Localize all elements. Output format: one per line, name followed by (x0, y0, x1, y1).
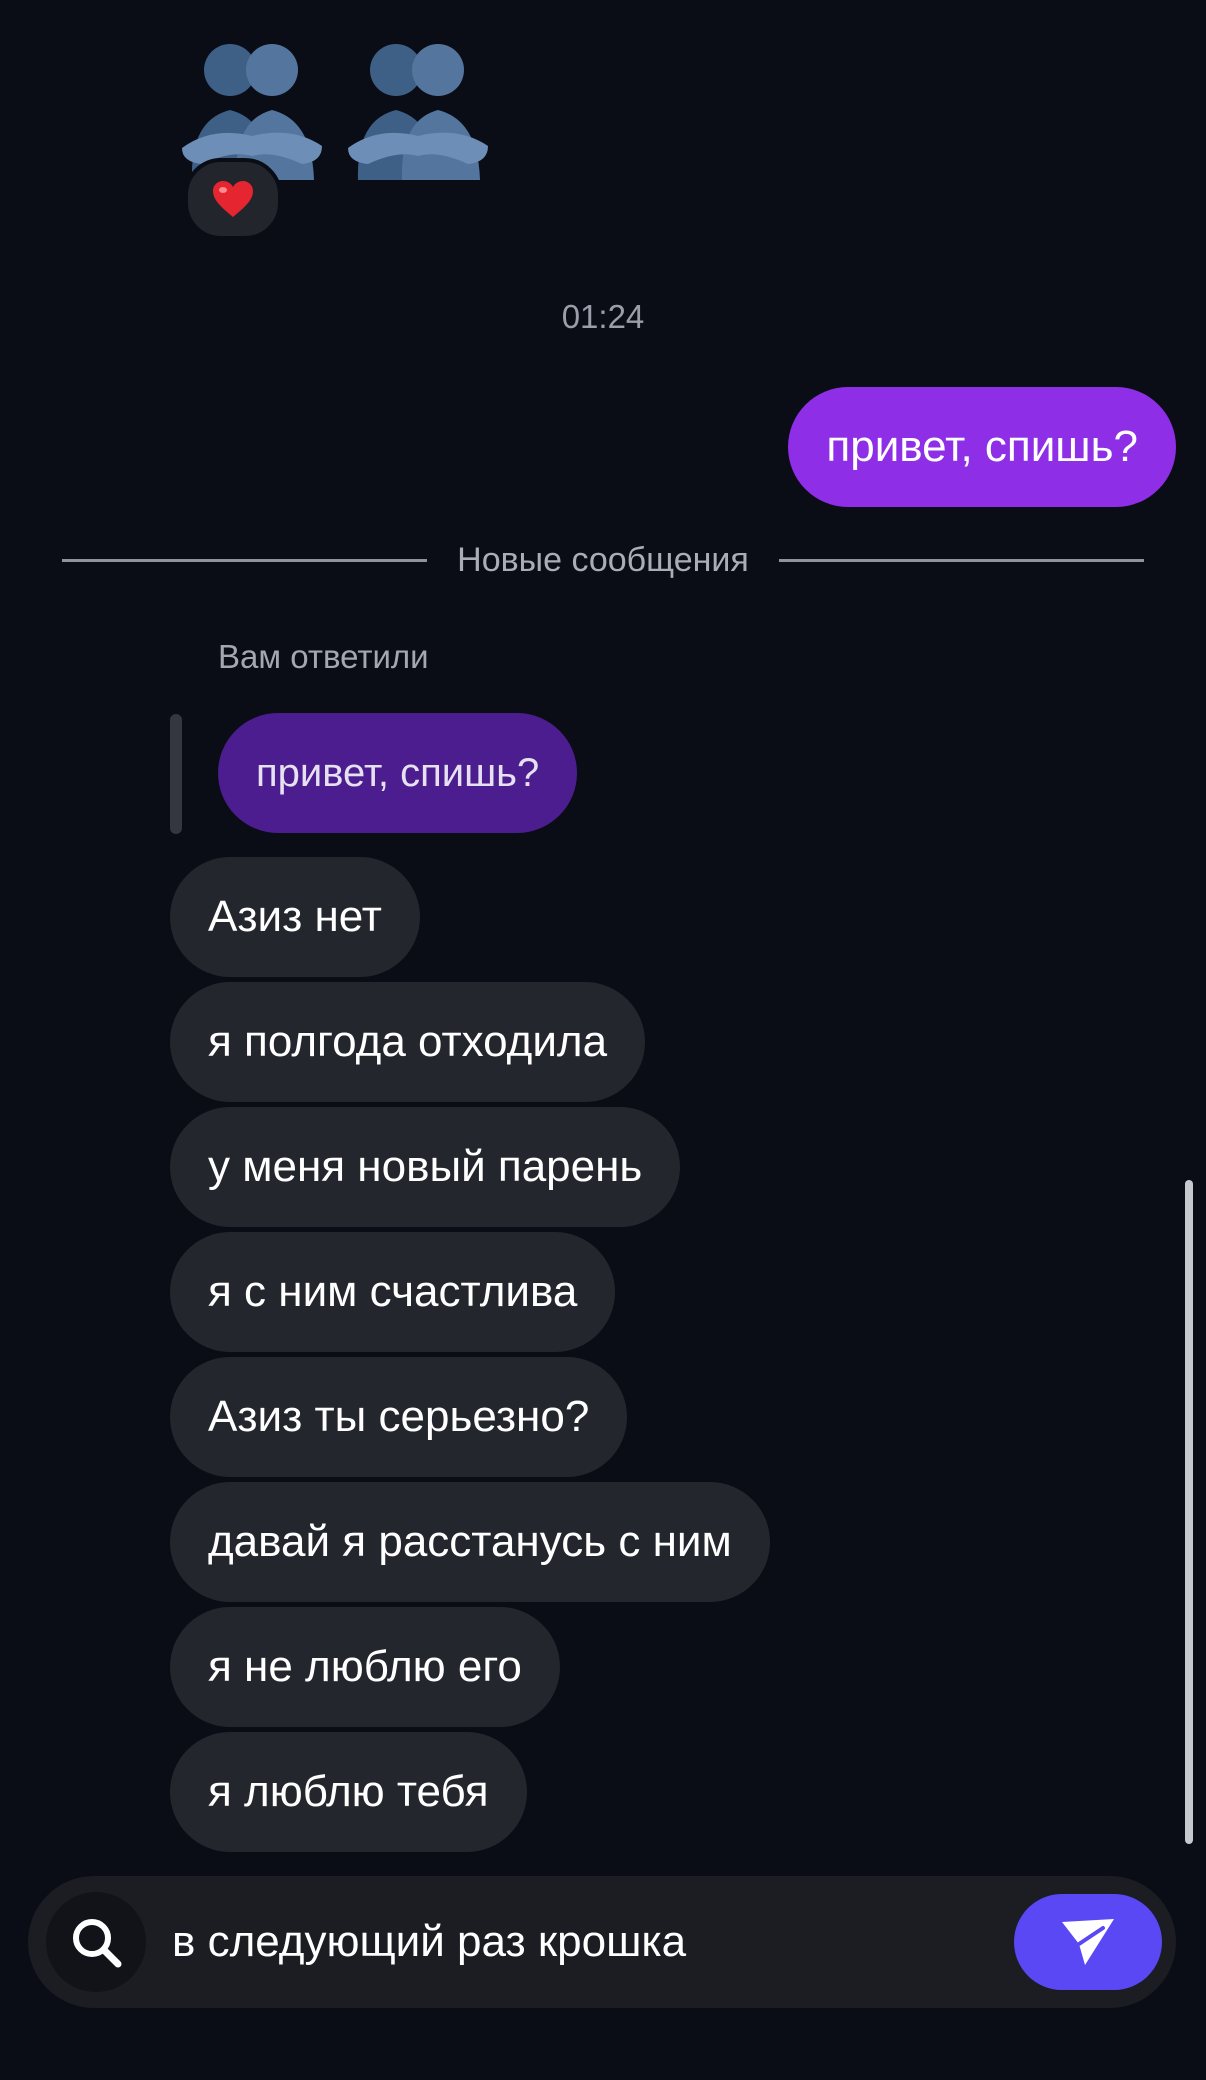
incoming-message-text: Азиз нет (208, 892, 382, 941)
incoming-message-text: Азиз ты серьезно? (208, 1392, 590, 1441)
incoming-message[interactable]: я не люблю его (170, 1607, 560, 1727)
message-composer: в следующий раз крошка (28, 1876, 1176, 2008)
quoted-message[interactable]: привет, спишь? (218, 713, 578, 833)
incoming-message-text: я полгода отходила (208, 1017, 608, 1066)
incoming-message[interactable]: Азиз нет (170, 857, 420, 977)
reaction-badge[interactable] (184, 158, 282, 240)
incoming-message-text: я люблю тебя (208, 1767, 489, 1816)
divider-line-left (62, 558, 428, 562)
search-button[interactable] (46, 1892, 146, 1992)
send-button[interactable] (1014, 1894, 1162, 1990)
outgoing-message[interactable]: привет, спишь? (788, 387, 1176, 507)
incoming-message-text: у меня новый парень (208, 1142, 643, 1191)
message-timestamp: 01:24 (561, 298, 645, 335)
chat-scrollbar[interactable] (1185, 1180, 1193, 1844)
people-hugging-icon (348, 44, 488, 180)
incoming-message[interactable]: я полгода отходила (170, 982, 646, 1102)
incoming-message-text: я с ним счастлива (208, 1267, 578, 1316)
divider-line-right (778, 558, 1144, 562)
reply-label: Вам ответили (218, 638, 429, 675)
incoming-message-text: я не люблю его (208, 1642, 522, 1691)
incoming-message[interactable]: у меня новый парень (170, 1107, 681, 1227)
incoming-message-text: давай я расстанусь с ним (208, 1517, 732, 1566)
message-input[interactable]: в следующий раз крошка (172, 1876, 686, 2008)
incoming-message[interactable]: давай я расстанусь с ним (170, 1482, 770, 1602)
emoji-message[interactable] (172, 36, 512, 240)
divider-label: Новые сообщения (457, 540, 749, 579)
incoming-message[interactable]: я с ним счастлива (170, 1232, 616, 1352)
search-icon (73, 1919, 122, 1968)
send-icon (1062, 1919, 1114, 1965)
new-messages-divider: Новые сообщения (62, 536, 1144, 584)
heart-icon (213, 181, 253, 217)
incoming-message[interactable]: Азиз ты серьезно? (170, 1357, 628, 1477)
reply-indicator-bar (170, 714, 182, 834)
incoming-message[interactable]: я люблю тебя (170, 1732, 527, 1852)
outgoing-message-text: привет, спишь? (826, 422, 1138, 471)
quoted-message-text: привет, спишь? (256, 750, 540, 795)
